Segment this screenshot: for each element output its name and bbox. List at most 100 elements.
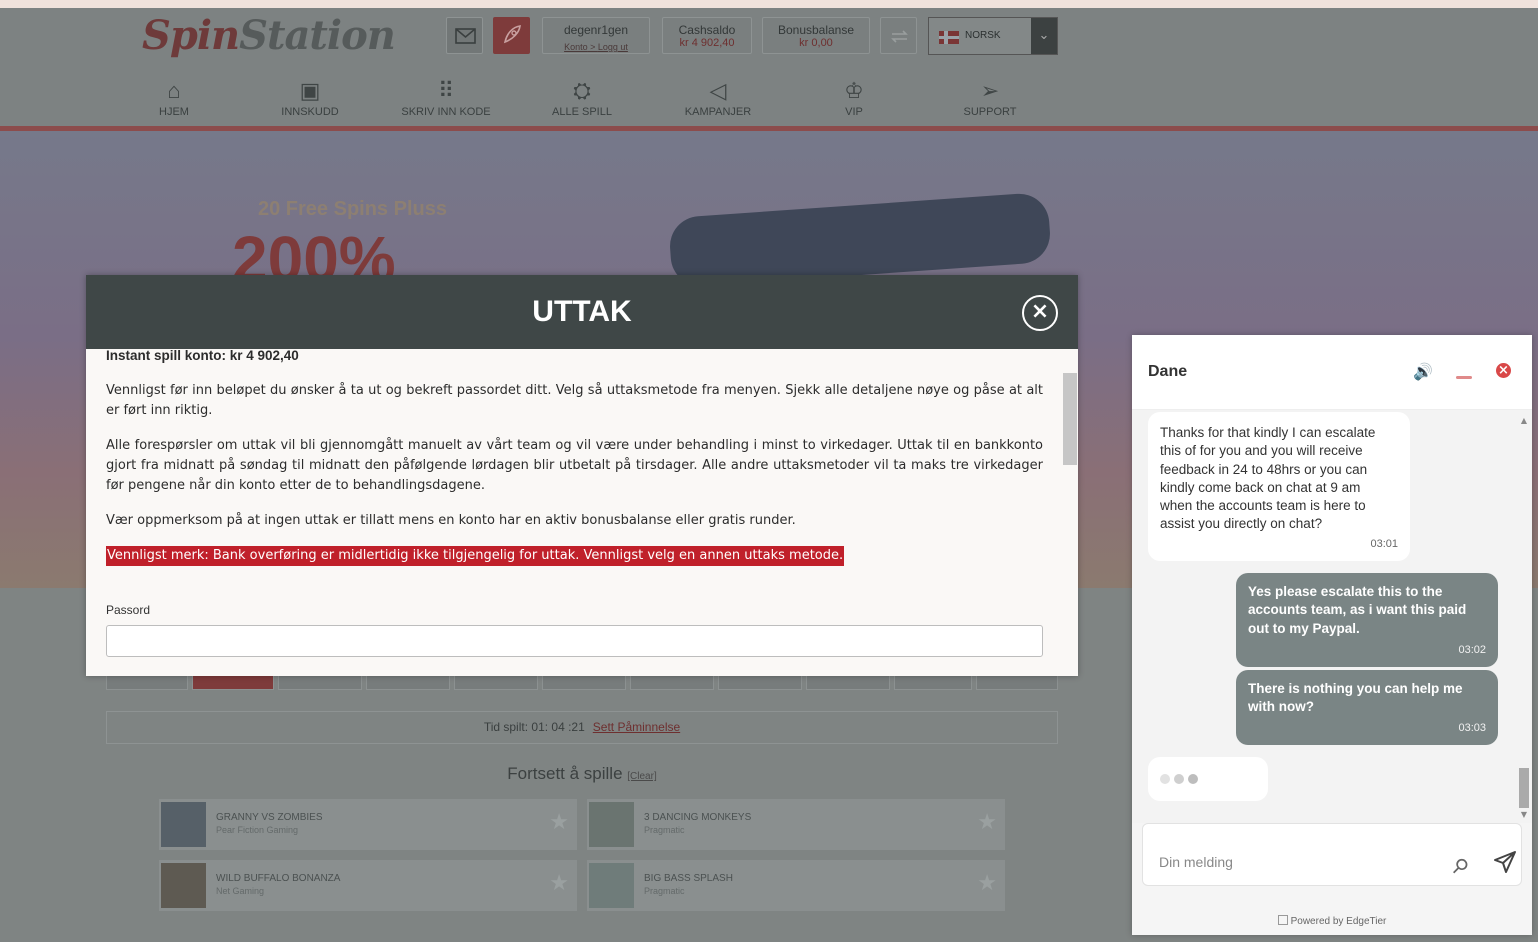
scroll-down-icon[interactable]: ▼ <box>1519 810 1529 819</box>
password-label: Passord <box>106 603 151 617</box>
message-placeholder: Din melding <box>1159 854 1233 870</box>
continue-playing-heading: Fortsett å spille [Clear] <box>0 764 1164 784</box>
message-input[interactable]: Din melding ⚲ <box>1142 823 1522 886</box>
star-icon[interactable]: ★ <box>549 871 569 896</box>
chat-header: Dane 🔊 <box>1132 335 1532 410</box>
language-select[interactable]: NORSK ⌄ <box>928 17 1058 55</box>
time-played: Tid spilt: 01: 04 :21 <box>483 720 585 734</box>
nav-label: KAMPANJER <box>684 106 752 118</box>
star-icon[interactable]: ★ <box>549 810 569 835</box>
modal-scrollbar[interactable] <box>1063 373 1077 465</box>
game-title: WILD BUFFALO BONANZA <box>216 873 341 884</box>
typing-indicator <box>1148 757 1268 801</box>
nav-label: SUPPORT <box>963 106 1017 118</box>
nav-campaigns[interactable]: ◁ KAMPANJER <box>650 76 786 118</box>
scroll-thumb[interactable] <box>1519 768 1529 808</box>
game-studio: Pragmatic <box>644 825 685 835</box>
message-text: Yes please escalate this to the accounts… <box>1248 584 1467 636</box>
game-studio: Pear Fiction Gaming <box>216 825 299 835</box>
mail-icon <box>455 28 476 44</box>
game-thumbnail <box>161 802 206 847</box>
modal-body: Instant spill konto: kr 4 902,40 Vennlig… <box>86 348 1078 676</box>
chat-footer: Din melding ⚲ Powered by EdgeTier <box>1132 823 1532 935</box>
cash-value: kr 4 902,40 <box>679 37 735 49</box>
time-played-bar: Tid spilt: 01: 04 :21 Sett Påminnelse <box>106 711 1058 744</box>
nav-deposit[interactable]: ▣ INNSKUDD <box>242 76 378 118</box>
send-icon[interactable] <box>1493 850 1517 874</box>
message-text: Thanks for that kindly I can escalate th… <box>1160 425 1376 532</box>
game-card[interactable]: BIG BASS SPLASH Pragmatic ★ <box>587 860 1005 911</box>
set-reminder-link[interactable]: Sett Påminnelse <box>593 720 680 734</box>
megaphone-icon: ◁ <box>709 78 727 103</box>
star-icon[interactable]: ★ <box>977 810 997 835</box>
close-icon[interactable]: × <box>1022 295 1058 331</box>
refresh-button[interactable] <box>880 17 917 54</box>
paper-plane-icon: ➢ <box>980 78 1000 103</box>
language-label: NORSK <box>965 30 1001 41</box>
modal-header: UTTAK × <box>86 275 1078 349</box>
game-studio: Net Gaming <box>216 886 265 896</box>
chat-messages: Thanks for that kindly I can escalate th… <box>1132 410 1532 823</box>
edgetier-icon <box>1277 915 1288 925</box>
chevron-down-icon[interactable]: ⌄ <box>1031 18 1057 54</box>
logout-link[interactable]: Logg ut <box>598 42 628 52</box>
message-text: There is nothing you can help me with no… <box>1248 681 1463 715</box>
star-icon[interactable]: ★ <box>977 871 997 896</box>
mail-button[interactable] <box>446 17 483 54</box>
chat-scrollbar[interactable]: ▲ ▼ <box>1518 416 1530 819</box>
nav-all-games[interactable]: ⛭ ALLE SPILL <box>514 76 650 118</box>
cash-balance-box: Cashsaldo kr 4 902,40 <box>662 17 752 54</box>
agent-name: Dane <box>1148 363 1188 380</box>
nav-vip[interactable]: ♔ VIP <box>786 76 922 118</box>
rocket-button[interactable] <box>493 17 530 54</box>
agent-message: Thanks for that kindly I can escalate th… <box>1148 412 1410 561</box>
game-title: GRANNY VS ZOMBIES <box>216 812 323 823</box>
logo-part-b: Station <box>239 12 396 59</box>
sound-icon[interactable]: 🔊 <box>1412 361 1434 383</box>
game-thumbnail <box>161 863 206 908</box>
password-input[interactable] <box>106 625 1043 657</box>
message-time: 03:01 <box>1370 537 1398 550</box>
ufo-icon: ⛭ <box>573 78 591 103</box>
account-link[interactable]: Konto <box>564 42 588 52</box>
nav-home[interactable]: ⌂ HJEM <box>106 76 242 118</box>
game-card[interactable]: 3 DANCING MONKEYS Pragmatic ★ <box>587 799 1005 850</box>
game-studio: Pragmatic <box>644 886 685 896</box>
instructions-paragraph: Vennligst før inn beløpet du ønsker å ta… <box>106 383 1043 418</box>
logo-part-a: Spin <box>142 12 240 59</box>
user-message: There is nothing you can help me with no… <box>1236 670 1498 745</box>
bonus-value: kr 0,00 <box>799 37 833 49</box>
bank-transfer-warning: Vennligst merk: Bank overføring er midle… <box>106 546 845 566</box>
user-box[interactable]: degenr1gen Konto > Logg ut <box>542 17 650 54</box>
home-icon: ⌂ <box>167 78 181 103</box>
game-card[interactable]: GRANNY VS ZOMBIES Pear Fiction Gaming ★ <box>159 799 577 850</box>
site-logo[interactable]: SpinStation <box>142 12 396 59</box>
crown-icon: ♔ <box>844 78 864 103</box>
balance-line: Instant spill konto: kr 4 902,40 <box>106 348 299 363</box>
game-title: BIG BASS SPLASH <box>644 873 733 884</box>
game-card[interactable]: WILD BUFFALO BONANZA Net Gaming ★ <box>159 860 577 911</box>
nav-label: HJEM <box>159 106 189 118</box>
message-time: 03:03 <box>1458 721 1486 734</box>
processing-paragraph: Alle forespørsler om uttak vil bli gjenn… <box>106 438 1043 493</box>
game-thumbnail <box>589 863 634 908</box>
bonus-label: Bonusbalanse <box>777 23 855 37</box>
user-message: Yes please escalate this to the accounts… <box>1236 573 1498 667</box>
game-title: 3 DANCING MONKEYS <box>644 812 752 823</box>
bonus-balance-box: Bonusbalanse kr 0,00 <box>762 17 870 54</box>
minimize-icon[interactable] <box>1453 361 1475 383</box>
clear-link[interactable]: [Clear] <box>627 771 656 782</box>
chat-widget: Dane 🔊 Thanks for that kindly I can esca… <box>1132 335 1532 935</box>
norway-flag-icon <box>939 31 959 44</box>
nav-label: SKRIV INN KODE <box>401 106 491 118</box>
keypad-icon: ⠿ <box>437 78 455 103</box>
nav-enter-code[interactable]: ⠿ SKRIV INN KODE <box>378 76 514 118</box>
paperclip-icon[interactable]: ⚲ <box>1447 852 1474 879</box>
scroll-up-icon[interactable]: ▲ <box>1519 416 1529 425</box>
message-time: 03:02 <box>1458 643 1486 656</box>
nav-support[interactable]: ➢ SUPPORT <box>922 76 1058 118</box>
cash-label: Cashsaldo <box>678 23 736 37</box>
username: degenr1gen <box>563 23 629 37</box>
modal-title: UTTAK <box>532 295 632 328</box>
close-icon[interactable] <box>1493 361 1515 383</box>
